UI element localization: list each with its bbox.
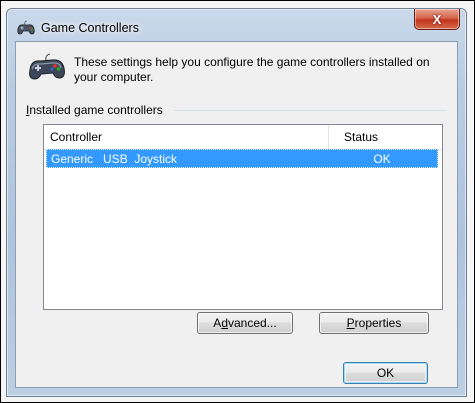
ok-button[interactable]: OK xyxy=(343,362,428,384)
game-controllers-dialog: Game Controllers X These settings help y… xyxy=(6,8,467,397)
description-text: These settings help you configure the ga… xyxy=(74,55,430,84)
close-icon: X xyxy=(432,11,442,27)
dialog-client-area: These settings help you configure the ga… xyxy=(15,41,458,388)
close-button[interactable]: X xyxy=(414,9,460,30)
controller-name: Generic USB Joystick xyxy=(51,152,178,166)
controller-status: OK xyxy=(373,152,391,166)
column-header-controller[interactable]: Controller xyxy=(44,125,329,149)
advanced-button[interactable]: Advanced... xyxy=(197,312,293,334)
installed-controllers-label: Installed game controllers xyxy=(26,103,163,117)
properties-label-post: roperties xyxy=(354,316,402,330)
advanced-label-mnemonic: d xyxy=(221,316,228,330)
gamepad-icon xyxy=(17,20,35,35)
list-header: Controller Status xyxy=(44,125,442,150)
gamepad-icon xyxy=(29,53,65,80)
advanced-label-post: vanced... xyxy=(228,316,277,330)
properties-label-mnemonic: P xyxy=(346,316,355,330)
controllers-list[interactable]: Controller Status Generic USB Joystick O… xyxy=(43,124,443,310)
window-title: Game Controllers xyxy=(41,21,139,35)
group-divider xyxy=(174,110,447,111)
label-rest: nstalled game controllers xyxy=(29,103,163,117)
properties-button[interactable]: Properties xyxy=(319,312,429,334)
list-item[interactable]: Generic USB Joystick OK xyxy=(46,149,438,168)
column-header-status[interactable]: Status xyxy=(330,125,441,149)
